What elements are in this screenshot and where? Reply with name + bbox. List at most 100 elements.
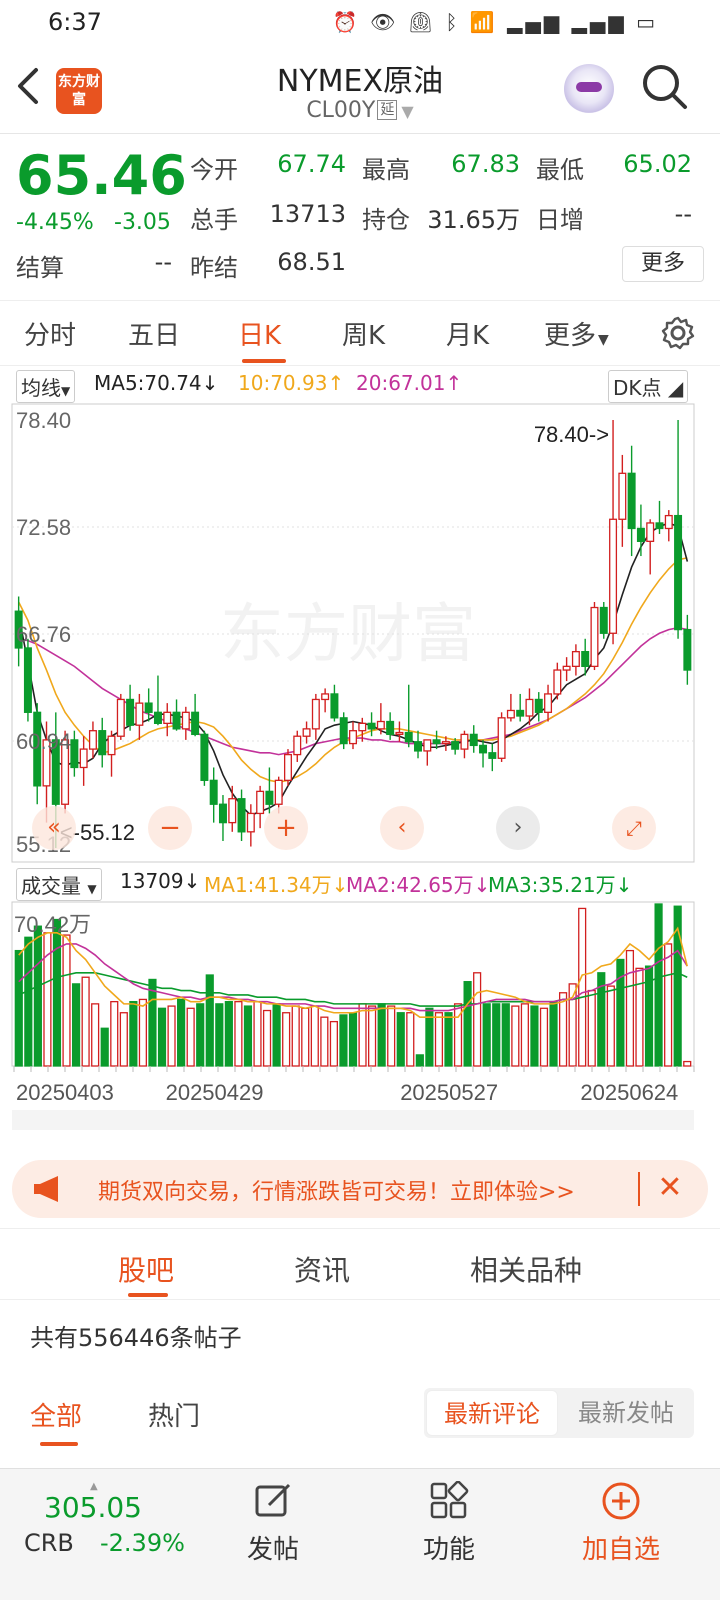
volume-bar bbox=[282, 1012, 291, 1067]
wifi-icon: 📶 bbox=[469, 10, 498, 34]
assistant-robot-icon[interactable] bbox=[564, 64, 614, 114]
volume-bar bbox=[148, 978, 157, 1067]
rewind-icon[interactable]: « bbox=[32, 806, 76, 850]
last-price: 65.46 bbox=[16, 144, 187, 207]
alarm-icon: ⏰ bbox=[332, 10, 361, 34]
volume-bar bbox=[310, 1005, 319, 1067]
prev-settle-label: 昨结 bbox=[190, 254, 238, 282]
sort-segment: 最新评论 最新发帖 bbox=[424, 1388, 694, 1438]
tab-daily-k[interactable]: 日K bbox=[238, 315, 281, 352]
candle-body bbox=[358, 722, 367, 732]
candle-body bbox=[79, 748, 88, 769]
post-button[interactable]: 发帖 bbox=[218, 1481, 328, 1566]
candle-body bbox=[683, 628, 692, 671]
indicator-selector[interactable]: 成交量 ▼ bbox=[16, 868, 102, 901]
volume-bar bbox=[492, 1003, 501, 1067]
header: 东方财富 NYMEX原油 CL00Y 延 ▼ bbox=[0, 44, 720, 134]
candle-body bbox=[386, 720, 395, 736]
close-icon[interactable]: ✕ bbox=[650, 1166, 690, 1210]
filter-all[interactable]: 全部 bbox=[30, 1396, 82, 1433]
tab-related[interactable]: 相关品种 bbox=[470, 1249, 582, 1289]
candle-body bbox=[218, 803, 227, 824]
tab-five-day[interactable]: 五日 bbox=[128, 315, 180, 352]
x-tick-label: 20250624 bbox=[580, 1080, 678, 1105]
volume-bar bbox=[539, 1007, 549, 1067]
quote-panel: 65.46 -4.45% -3.05 结算 -- 今开 67.74 最高 67.… bbox=[0, 134, 720, 302]
tab-weekly-k[interactable]: 周K bbox=[342, 315, 385, 352]
volume-bar bbox=[91, 1003, 100, 1067]
status-time: 6:37 bbox=[48, 8, 102, 36]
chart-canvas[interactable]: 东方财富 78.4072.5866.7660.9455.1278.40-><-5… bbox=[0, 366, 720, 1146]
candle-body bbox=[200, 733, 209, 781]
sort-latest-comment[interactable]: 最新评论 bbox=[426, 1390, 558, 1436]
post-filter: 全部 热门 最新评论 最新发帖 bbox=[0, 1380, 720, 1450]
candle-body bbox=[488, 752, 497, 759]
volume-bar bbox=[71, 983, 81, 1067]
promo-banner[interactable]: 期货双向交易，行情涨跌皆可交易！立即体验>> ✕ bbox=[12, 1160, 708, 1218]
change-percent: -4.45% bbox=[16, 210, 94, 235]
plus-circle-icon bbox=[602, 1482, 640, 1520]
candle-body bbox=[283, 753, 292, 781]
tab-intraday[interactable]: 分时 bbox=[24, 315, 76, 352]
candle-body bbox=[228, 798, 237, 824]
volume-bar bbox=[62, 934, 71, 1067]
volume-bar bbox=[683, 1060, 692, 1067]
volume-bar bbox=[119, 1012, 128, 1067]
daily-increase-value: -- bbox=[674, 200, 692, 228]
next-icon[interactable]: › bbox=[496, 806, 540, 850]
instrument-code[interactable]: CL00Y 延 ▼ bbox=[0, 98, 720, 123]
tab-more[interactable]: 更多 ▼ bbox=[544, 315, 609, 352]
chart-scrollbar[interactable] bbox=[12, 1110, 694, 1130]
candle-body bbox=[646, 522, 655, 542]
zoom-in-icon[interactable]: + bbox=[264, 806, 308, 850]
crb-index[interactable]: ▲ 305.05 CRB -2.39% bbox=[18, 1481, 188, 1581]
add-watchlist-button[interactable]: 加自选 bbox=[566, 1481, 676, 1566]
candle-body bbox=[265, 790, 274, 805]
sort-latest-post[interactable]: 最新发帖 bbox=[560, 1390, 692, 1436]
zoom-out-icon[interactable]: − bbox=[148, 806, 192, 850]
eye-icon: 👁 bbox=[369, 10, 399, 34]
candle-body bbox=[497, 717, 506, 759]
candle-body bbox=[414, 741, 423, 752]
volume-bar bbox=[406, 1012, 415, 1067]
volume-bar bbox=[320, 1016, 329, 1067]
status-icons: ⏰ 👁 ⏲ ᛒ 📶 ▂▄▆ ▂▄▆ ▭ bbox=[333, 10, 658, 34]
bottom-bar: ▲ 305.05 CRB -2.39% 发帖 功能 加自选 bbox=[0, 1468, 720, 1600]
candle-body bbox=[423, 739, 432, 752]
gear-icon[interactable] bbox=[660, 315, 696, 351]
function-button[interactable]: 功能 bbox=[394, 1480, 504, 1566]
tab-news[interactable]: 资讯 bbox=[294, 1249, 350, 1289]
volume-bar bbox=[473, 972, 482, 1067]
crb-value: 305.05 bbox=[44, 1491, 142, 1524]
high-marker-label: 78.40-> bbox=[534, 422, 609, 447]
candle-body bbox=[172, 711, 181, 730]
filter-indicator bbox=[40, 1442, 78, 1446]
open-label: 今开 bbox=[190, 156, 238, 184]
posts-count: 共有556446条帖子 bbox=[30, 1324, 242, 1352]
edit-icon bbox=[255, 1483, 291, 1517]
candle-body bbox=[441, 741, 450, 745]
candle-body bbox=[562, 665, 571, 671]
volume-bar bbox=[664, 943, 673, 1067]
candle-body bbox=[135, 702, 144, 726]
tab-guba[interactable]: 股吧 bbox=[118, 1249, 174, 1289]
tab-monthly-k[interactable]: 月K bbox=[446, 315, 489, 352]
y-tick-label: 66.76 bbox=[16, 622, 71, 647]
filter-hot[interactable]: 热门 bbox=[148, 1396, 200, 1433]
search-icon[interactable] bbox=[640, 62, 690, 112]
fullscreen-icon[interactable]: ⤢ bbox=[612, 806, 656, 850]
volume-bar bbox=[110, 1000, 119, 1067]
volume-bar bbox=[625, 949, 635, 1067]
candle-body bbox=[544, 693, 553, 713]
volume-bar bbox=[606, 985, 615, 1067]
candle-body bbox=[581, 650, 590, 668]
candle-body bbox=[293, 735, 302, 756]
volume-bar bbox=[654, 903, 663, 1067]
volume-bar bbox=[243, 1005, 253, 1067]
prev-icon[interactable]: ‹ bbox=[380, 806, 424, 850]
candle-body bbox=[191, 711, 200, 736]
candle-body bbox=[432, 739, 441, 745]
more-quote-button[interactable]: 更多 bbox=[622, 246, 704, 282]
x-tick-label: 20250527 bbox=[400, 1080, 498, 1105]
candle-body bbox=[376, 720, 385, 730]
